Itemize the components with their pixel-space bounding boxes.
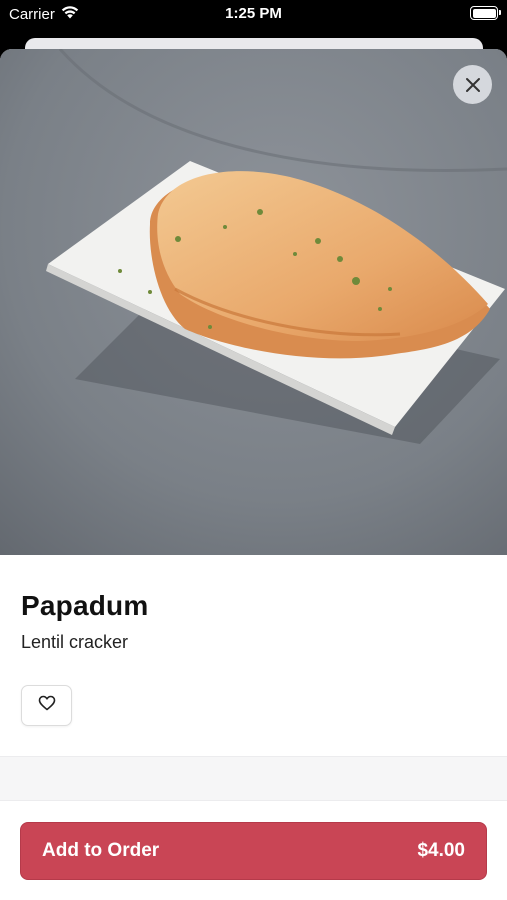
close-icon <box>465 77 481 93</box>
item-info: Papadum Lentil cracker <box>0 555 507 726</box>
battery-icon <box>470 6 501 20</box>
order-price: $4.00 <box>417 840 465 861</box>
add-to-order-button[interactable]: Add to Order $4.00 <box>20 822 487 880</box>
status-time: 1:25 PM <box>225 5 282 22</box>
heart-icon <box>38 695 56 716</box>
add-to-order-label: Add to Order <box>42 840 160 861</box>
item-photo <box>0 49 507 555</box>
item-description: Lentil cracker <box>21 632 129 652</box>
close-button[interactable] <box>453 65 492 104</box>
section-divider <box>0 756 507 801</box>
item-title: Papadum <box>21 590 149 621</box>
status-bar: Carrier 1:25 PM <box>0 0 507 30</box>
favorite-button[interactable] <box>21 685 72 726</box>
item-detail-sheet: Papadum Lentil cracker Add to Order $4.0… <box>0 49 507 900</box>
